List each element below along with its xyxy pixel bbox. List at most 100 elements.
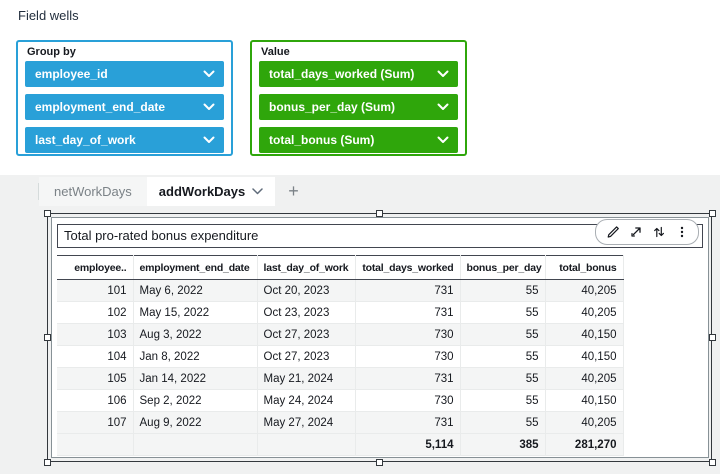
field-pill-label: last_day_of_work — [35, 133, 136, 147]
chevron-down-icon[interactable] — [437, 136, 449, 144]
table-cell: 55 — [460, 302, 545, 324]
edit-icon — [606, 225, 620, 239]
table-cell: 731 — [355, 368, 460, 390]
selection-handle-bottom-left[interactable] — [44, 459, 51, 466]
group-by-label: Group by — [27, 46, 76, 58]
table-cell: 55 — [460, 412, 545, 434]
sheet-tab-networkdays[interactable]: netWorkDays — [39, 177, 147, 206]
table-cell: 102 — [57, 302, 133, 324]
kebab-menu-icon — [675, 225, 689, 239]
field-pill-label: bonus_per_day (Sum) — [269, 100, 395, 114]
table-cell: 40,205 — [545, 280, 623, 302]
table-cell: Jan 8, 2022 — [133, 346, 257, 368]
field-pill-label: total_bonus (Sum) — [269, 133, 374, 147]
column-header-total-bonus[interactable]: total_bonus — [545, 256, 623, 280]
field-pill-employment-end-date[interactable]: employment_end_date — [25, 94, 224, 120]
table-cell: May 21, 2024 — [257, 368, 355, 390]
column-header-employment-end-date[interactable]: employment_end_date — [133, 256, 257, 280]
totals-cell: 281,270 — [545, 434, 623, 456]
swap-visual-button[interactable] — [647, 221, 670, 243]
table-cell: 40,205 — [545, 302, 623, 324]
column-header-total-days-worked[interactable]: total_days_worked — [355, 256, 460, 280]
table-row: 104Jan 8, 2022Oct 27, 20237305540,150 — [57, 346, 623, 368]
table-cell: 105 — [57, 368, 133, 390]
table-totals: 5,114385281,270 — [57, 434, 623, 456]
table-row: 106Sep 2, 2022May 24, 20247305540,150 — [57, 390, 623, 412]
table-cell: Oct 23, 2023 — [257, 302, 355, 324]
column-header-bonus-per-day[interactable]: bonus_per_day — [460, 256, 545, 280]
table-cell: 101 — [57, 280, 133, 302]
maximize-visual-button[interactable] — [624, 221, 647, 243]
table-cell: 731 — [355, 280, 460, 302]
table-cell: 40,150 — [545, 346, 623, 368]
table-cell: May 27, 2024 — [257, 412, 355, 434]
value-pills: total_days_worked (Sum) bonus_per_day (Su… — [259, 61, 458, 153]
sheet-tab-addworkdays[interactable]: addWorkDays — [147, 177, 275, 206]
chevron-down-icon[interactable] — [203, 70, 215, 78]
table-row: 107Aug 9, 2022May 27, 20247315540,205 — [57, 412, 623, 434]
table-cell: 106 — [57, 390, 133, 412]
chevron-down-icon[interactable] — [437, 103, 449, 111]
field-pill-bonus-per-day-sum[interactable]: bonus_per_day (Sum) — [259, 94, 458, 120]
table-cell: Aug 9, 2022 — [133, 412, 257, 434]
selection-handle-mid-left[interactable] — [44, 334, 51, 341]
table-visual-card[interactable]: Total pro-rated bonus expenditure employ… — [51, 217, 709, 458]
edit-visual-button[interactable] — [601, 221, 624, 243]
chevron-down-icon[interactable] — [437, 70, 449, 78]
totals-cell: 5,114 — [355, 434, 460, 456]
field-pill-label: total_days_worked (Sum) — [269, 67, 414, 81]
field-pill-total-days-worked-sum[interactable]: total_days_worked (Sum) — [259, 61, 458, 87]
menu-visual-button[interactable] — [670, 221, 693, 243]
table-cell: Oct 27, 2023 — [257, 346, 355, 368]
selection-handle-top-left[interactable] — [44, 210, 51, 217]
field-well-value: Value total_days_worked (Sum) bonus_per_d… — [250, 40, 467, 156]
field-pill-label: employment_end_date — [35, 100, 165, 114]
table-cell: 55 — [460, 280, 545, 302]
table-cell: Aug 3, 2022 — [133, 324, 257, 346]
field-pill-employee-id[interactable]: employee_id — [25, 61, 224, 87]
table-cell: 55 — [460, 368, 545, 390]
table-cell: 730 — [355, 324, 460, 346]
table-cell: 731 — [355, 412, 460, 434]
table-cell: 104 — [57, 346, 133, 368]
chevron-down-icon[interactable] — [203, 103, 215, 111]
selection-handle-top-center[interactable] — [376, 210, 383, 217]
header-row: employee..employment_end_datelast_day_of… — [57, 256, 623, 280]
table-cell: 731 — [355, 302, 460, 324]
table-cell: 40,150 — [545, 324, 623, 346]
table-cell: 103 — [57, 324, 133, 346]
table-cell: May 15, 2022 — [133, 302, 257, 324]
table-cell: 55 — [460, 324, 545, 346]
sheet-tab-bar: netWorkDaysaddWorkDays+ — [38, 177, 312, 206]
table-cell: Oct 27, 2023 — [257, 324, 355, 346]
selection-handle-mid-right[interactable] — [709, 334, 716, 341]
table-body: 101May 6, 2022Oct 20, 20237315540,205102… — [57, 280, 623, 434]
table-cell: 55 — [460, 390, 545, 412]
table-cell: Oct 20, 2023 — [257, 280, 355, 302]
chevron-down-icon[interactable] — [252, 188, 263, 195]
selection-handle-bottom-right[interactable] — [709, 459, 716, 466]
value-label: Value — [261, 46, 290, 58]
table-row: 102May 15, 2022Oct 23, 20237315540,205 — [57, 302, 623, 324]
totals-cell — [57, 434, 133, 456]
field-wells-heading: Field wells — [18, 8, 79, 23]
column-header-employee[interactable]: employee.. — [57, 256, 133, 280]
table-cell: 55 — [460, 346, 545, 368]
table-cell: 40,205 — [545, 368, 623, 390]
table-row: 105Jan 14, 2022May 21, 20247315540,205 — [57, 368, 623, 390]
selection-handle-top-right[interactable] — [709, 210, 716, 217]
field-well-group-by: Group by employee_id employment_end_datel… — [16, 40, 233, 156]
table-cell: May 6, 2022 — [133, 280, 257, 302]
selection-handle-bottom-center[interactable] — [376, 459, 383, 466]
swap-arrows-icon — [652, 225, 666, 239]
field-pill-last-day-of-work[interactable]: last_day_of_work — [25, 127, 224, 153]
table-cell: 40,150 — [545, 390, 623, 412]
table-cell: 730 — [355, 346, 460, 368]
chevron-down-icon[interactable] — [203, 136, 215, 144]
field-pill-total-bonus-sum[interactable]: total_bonus (Sum) — [259, 127, 458, 153]
totals-row: 5,114385281,270 — [57, 434, 623, 456]
add-sheet-button[interactable]: + — [275, 177, 312, 206]
field-pill-label: employee_id — [35, 67, 108, 81]
visual-toolbar — [595, 219, 699, 245]
column-header-last-day-of-work[interactable]: last_day_of_work — [257, 256, 355, 280]
